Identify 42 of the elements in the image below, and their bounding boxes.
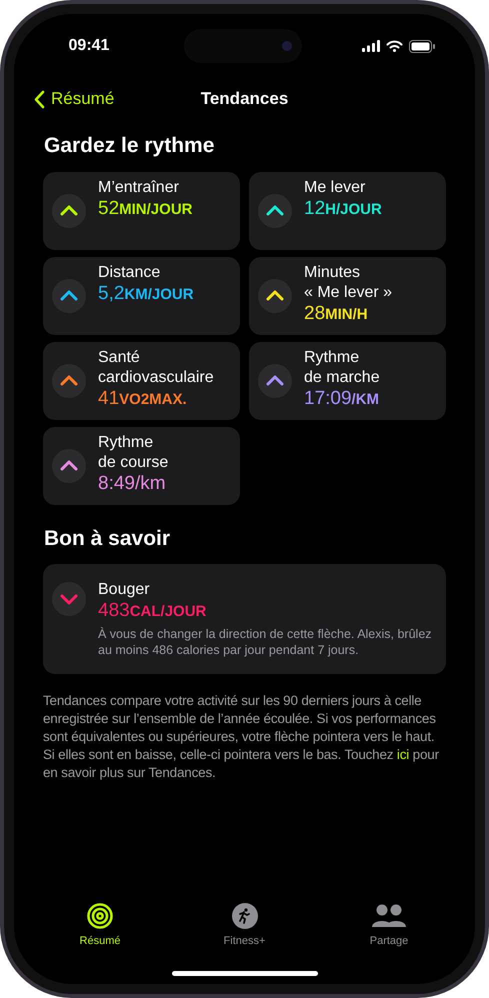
metric-value: 483CAL/JOUR — [98, 600, 208, 623]
trend-card[interactable]: Distance 5,2KM/JOUR — [43, 256, 240, 334]
people-icon — [371, 902, 407, 928]
metric-value: 52MIN/JOUR — [98, 198, 192, 220]
chevron-left-icon — [34, 90, 45, 108]
metric-value: 17:09/KM — [304, 388, 380, 410]
metric-name: Rythme de marche — [304, 348, 380, 388]
tab-item[interactable]: Partage — [349, 902, 429, 949]
wifi-icon — [386, 40, 403, 52]
tab-item[interactable]: Fitness+ — [204, 902, 284, 949]
metric-name: Me lever — [304, 178, 366, 198]
runner-icon — [232, 902, 258, 928]
metric-name: Rythme de course — [98, 432, 168, 472]
page-title: Tendances — [200, 88, 288, 110]
metric-name: Santé cardiovasculaire — [98, 348, 214, 388]
rings-icon — [87, 902, 113, 928]
metric-value: 5,2KM/JOUR — [98, 282, 194, 306]
explanation-text: Tendances compare votre activité sur les 90 derniers jours à celle enregistrée sur l’ensemble de l’année écoulée. Si vos performances sont équivalentes ou supérieures, votre flèche pointera vers le haut. Si elles sont en baisse, celle-ci pointera vers le bas. Touchez ici pour en savoir plus sur Tendances. — [43, 692, 440, 782]
back-button[interactable]: Résumé — [34, 86, 114, 112]
metric-name: Distance — [98, 262, 162, 282]
trend-card[interactable]: M’entraîner 52MIN/JOUR — [43, 172, 240, 250]
trend-card[interactable]: Rythme de marche 17:09/KM — [249, 342, 446, 420]
trend-card[interactable]: Bouger 483CAL/JOUR À vous de changer la direction de cette flèche. Alexis, brûlez au moins 486 calories par jour pendant 7 jours. — [43, 564, 446, 674]
metric-name: Minutes « Me lever » — [304, 262, 392, 302]
metric-name: M’entraîner — [98, 178, 180, 198]
signal-icon — [362, 40, 380, 52]
tab-item[interactable]: Résumé — [60, 902, 140, 949]
metric-value: 41VO2MAX. — [98, 388, 188, 410]
status-time: 09:41 — [68, 36, 110, 56]
trend-card[interactable]: Minutes « Me lever » 28MIN/H — [249, 256, 446, 334]
trend-card[interactable]: Rythme de course 8:49/km — [43, 426, 240, 504]
metric-value: 8:49/km — [98, 472, 167, 494]
metric-value: 12H/JOUR — [304, 198, 382, 220]
section-title: Bon à savoir — [44, 526, 172, 552]
battery-icon — [409, 40, 435, 52]
trend-card[interactable]: Me lever 12H/JOUR — [249, 172, 446, 250]
section-title: Gardez le rythme — [44, 133, 216, 159]
learn-more-link[interactable]: ici — [396, 747, 410, 762]
trend-card[interactable]: Santé cardiovasculaire 41VO2MAX. — [43, 342, 240, 420]
metric-value: 28MIN/H — [304, 302, 369, 326]
metric-name: Bouger — [98, 580, 151, 600]
metric-note: À vous de changer la direction de cette flèche. Alexis, brûlez au moins 486 calories par jour pendant 7 jours. — [98, 626, 433, 658]
